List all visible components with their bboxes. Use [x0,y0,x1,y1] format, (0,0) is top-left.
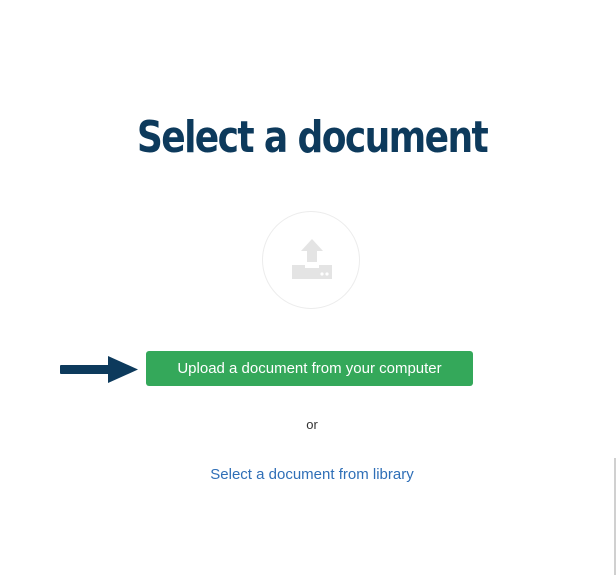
separator-text: or [306,417,318,432]
upload-from-computer-button[interactable]: Upload a document from your computer [146,351,473,386]
select-from-library-link[interactable]: Select a document from library [0,466,616,483]
arrow-right-icon [60,356,138,383]
page-title: Select a document [136,112,489,163]
document-select-page: Select a document Upload a document from… [0,0,616,575]
upload-illustration [262,211,360,309]
upload-tray-icon [292,239,332,279]
